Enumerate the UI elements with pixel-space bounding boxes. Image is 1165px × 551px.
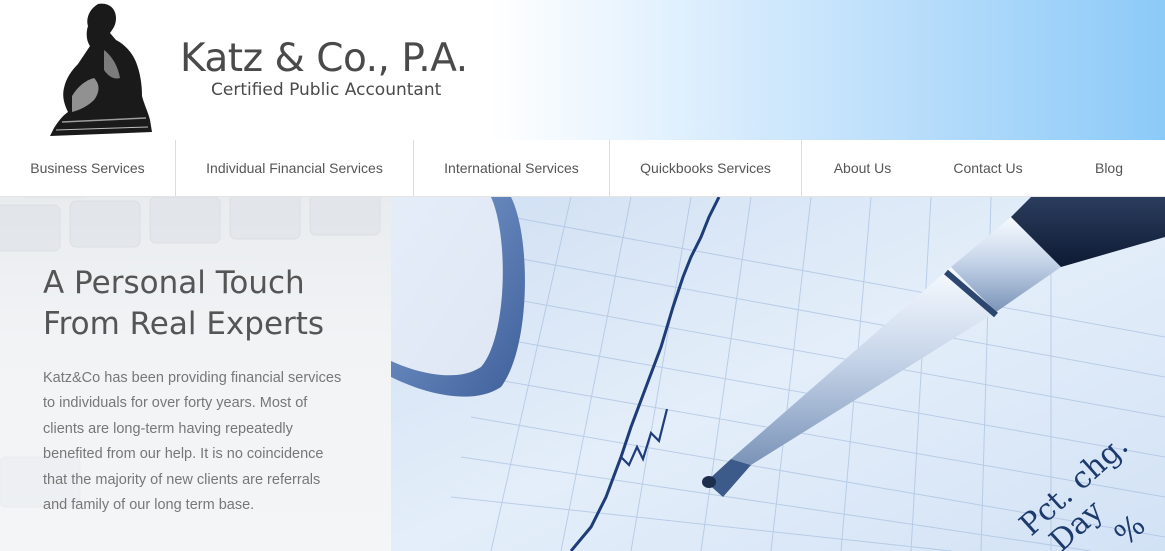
company-name[interactable]: Katz & Co., P.A. — [180, 36, 468, 82]
hero-text-panel: A Personal Touch From Real Experts Katz&… — [0, 197, 391, 551]
hero-heading: A Personal Touch From Real Experts — [43, 263, 373, 345]
brand[interactable]: Katz & Co., P.A. Certified Public Accoun… — [180, 36, 468, 100]
hero-heading-line-1: A Personal Touch — [43, 265, 305, 301]
nav-contact-us[interactable]: Contact Us — [923, 140, 1053, 196]
nav-business-services[interactable]: Business Services — [0, 140, 176, 196]
nav-quickbooks-services[interactable]: Quickbooks Services — [610, 140, 802, 196]
main-nav: Business Services Individual Financial S… — [0, 140, 1165, 197]
hero-image: Pct. chg. Day % — [391, 197, 1165, 551]
site-header: Katz & Co., P.A. Certified Public Accoun… — [0, 0, 1165, 140]
thinker-statue-icon[interactable] — [42, 0, 154, 140]
hero-description: Katz&Co has been providing financial ser… — [43, 370, 342, 514]
nav-blog[interactable]: Blog — [1053, 140, 1165, 196]
company-tagline: Certified Public Accountant — [211, 80, 442, 100]
financial-chart-pen-image: Pct. chg. Day % — [391, 197, 1165, 551]
nav-individual-financial-services[interactable]: Individual Financial Services — [176, 140, 414, 196]
nav-about-us[interactable]: About Us — [802, 140, 923, 196]
hero-heading-line-2: From Real Experts — [43, 306, 325, 342]
nav-international-services[interactable]: International Services — [414, 140, 610, 196]
